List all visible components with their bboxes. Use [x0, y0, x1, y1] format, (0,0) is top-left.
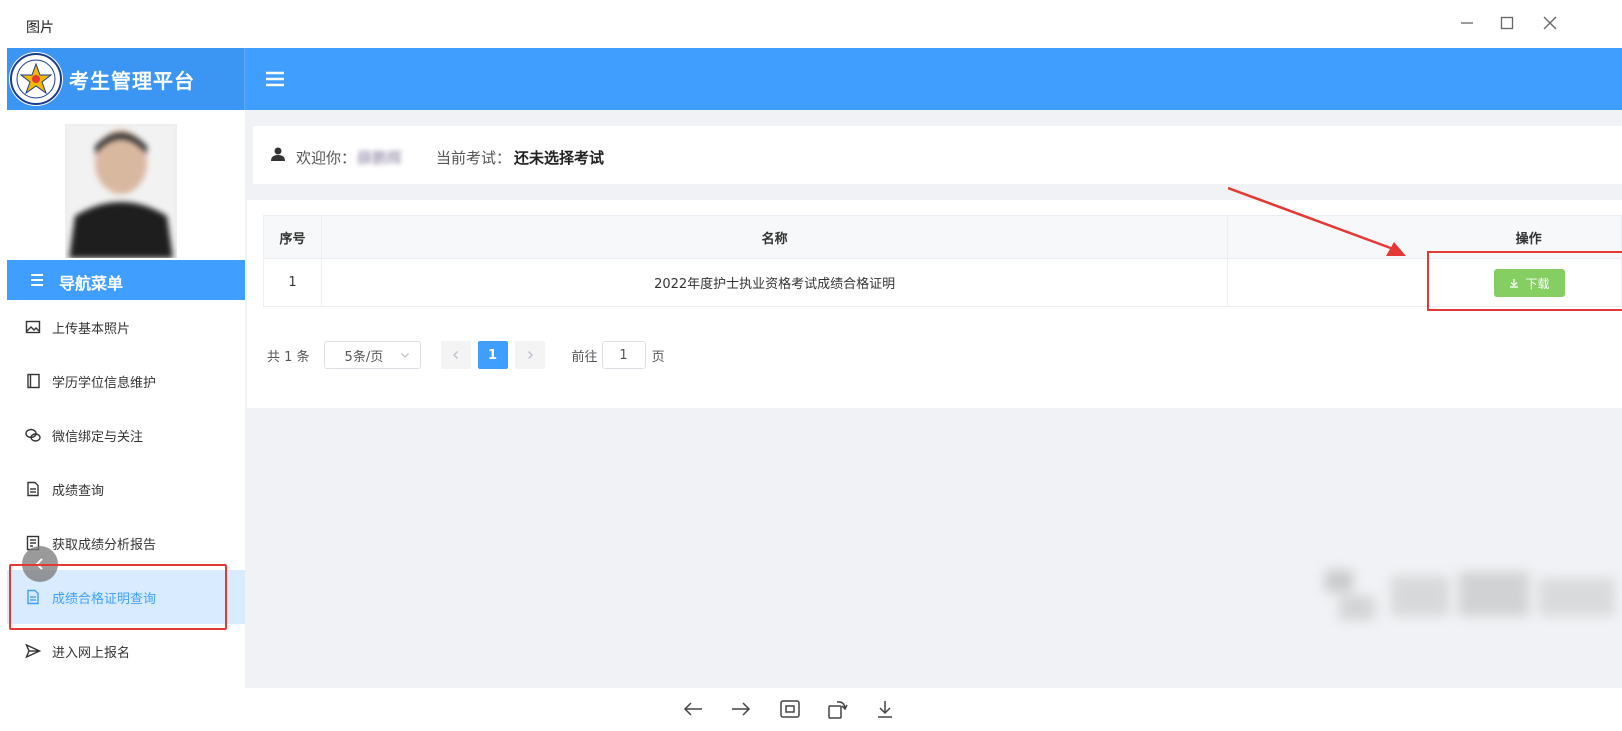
app-frame: 考生管理平台 导航菜单 上传基本照片 学历学位信息维护 微信绑定与关注 成绩查询… — [7, 48, 1622, 688]
menu-toggle-icon[interactable] — [262, 66, 288, 92]
page-size-value: 5条/页 — [344, 349, 384, 365]
send-icon — [24, 642, 42, 660]
sidebar-item-label: 上传基本照片 — [52, 321, 131, 337]
column-header-name: 名称 — [320, 215, 1229, 259]
app-header: 考生管理平台 — [7, 48, 1622, 110]
current-exam-value: 还未选择考试 — [514, 149, 605, 167]
maximize-icon[interactable] — [1494, 10, 1520, 36]
fit-screen-icon[interactable] — [775, 694, 805, 724]
rotate-icon[interactable] — [823, 694, 853, 724]
sidebar: 导航菜单 上传基本照片 学历学位信息维护 微信绑定与关注 成绩查询 获取成绩分析… — [7, 110, 245, 688]
table-header-row: 序号 名称 操作 — [263, 215, 1622, 259]
list-icon — [29, 272, 45, 288]
app-title: 考生管理平台 — [69, 69, 195, 93]
close-icon[interactable] — [1537, 10, 1563, 36]
logo-icon — [9, 52, 63, 106]
watermark — [1319, 566, 1622, 624]
chevron-left-icon — [452, 350, 458, 360]
sidebar-item-label: 进入网上报名 — [52, 645, 131, 661]
table-row: 1 2022年度护士执业资格考试成绩合格证明 — [263, 258, 1622, 307]
user-icon — [270, 146, 286, 162]
row-name: 2022年度护士执业资格考试成绩合格证明 — [320, 258, 1229, 307]
current-exam-label: 当前考试： — [436, 149, 512, 167]
sidebar-item-online-registration[interactable]: 进入网上报名 — [7, 624, 245, 678]
welcome-label: 欢迎你： — [296, 149, 357, 167]
next-page-button[interactable] — [514, 341, 545, 369]
column-header-action-label: 操作 — [1515, 231, 1542, 247]
sidebar-item-upload-photo[interactable]: 上传基本照片 — [7, 300, 245, 354]
goto-page-input[interactable] — [601, 341, 646, 369]
sidebar-item-label: 学历学位信息维护 — [52, 375, 157, 391]
image-icon — [24, 318, 42, 336]
book-icon — [24, 372, 42, 390]
viewer-title: 图片 — [26, 20, 54, 36]
document-icon — [24, 480, 42, 498]
welcome-bar: 欢迎你： 薛鹏辉 当前考试： 还未选择考试 — [253, 126, 1622, 184]
brand: 考生管理平台 — [7, 48, 245, 110]
page-size-select[interactable]: 5条/页 — [323, 341, 421, 369]
viewer-titlebar: 图片 — [0, 0, 1622, 48]
certificate-card: 序号 名称 操作 1 2022年度护士执业资格考试成绩合格证明 下载 共 1 条 — [247, 200, 1622, 408]
sidebar-item-education[interactable]: 学历学位信息维护 — [7, 354, 245, 408]
sidebar-item-label: 微信绑定与关注 — [52, 429, 144, 445]
page-number-current[interactable]: 1 — [477, 341, 508, 369]
sidebar-item-score-query[interactable]: 成绩查询 — [7, 462, 245, 516]
pagination: 共 1 条 5条/页 1 前往 页 — [267, 340, 665, 370]
nav-header-label: 导航菜单 — [59, 274, 124, 293]
user-name: 薛鹏辉 — [357, 149, 403, 167]
page-suffix: 页 — [651, 349, 665, 365]
column-header-index: 序号 — [263, 215, 322, 259]
prev-page-button[interactable] — [440, 341, 471, 369]
sidebar-item-label: 成绩合格证明查询 — [52, 591, 157, 607]
download-icon — [1510, 279, 1519, 288]
column-header-action: 操作 — [1227, 215, 1622, 259]
certificate-table: 序号 名称 操作 1 2022年度护士执业资格考试成绩合格证明 — [263, 215, 1622, 307]
sidebar-item-label: 成绩查询 — [52, 483, 105, 499]
sidebar-item-wechat[interactable]: 微信绑定与关注 — [7, 408, 245, 462]
nav-header: 导航菜单 — [7, 260, 245, 300]
chevron-right-icon — [527, 350, 533, 360]
row-index: 1 — [263, 258, 322, 307]
back-icon[interactable] — [22, 546, 58, 582]
next-image-icon[interactable] — [726, 694, 756, 724]
previous-image-icon[interactable] — [678, 694, 708, 724]
chevron-down-icon — [400, 353, 409, 358]
sidebar-item-label: 获取成绩分析报告 — [52, 537, 157, 553]
viewer-toolbar — [0, 688, 1622, 731]
download-button[interactable]: 下载 — [1494, 269, 1565, 297]
document-icon — [24, 588, 42, 606]
wechat-icon — [24, 426, 42, 444]
minimize-icon[interactable] — [1454, 10, 1480, 36]
pagination-total: 共 1 条 — [267, 349, 310, 365]
download-button-label: 下载 — [1525, 276, 1550, 291]
avatar — [65, 124, 177, 258]
download-image-icon[interactable] — [870, 694, 900, 724]
goto-label: 前往 — [571, 349, 598, 365]
